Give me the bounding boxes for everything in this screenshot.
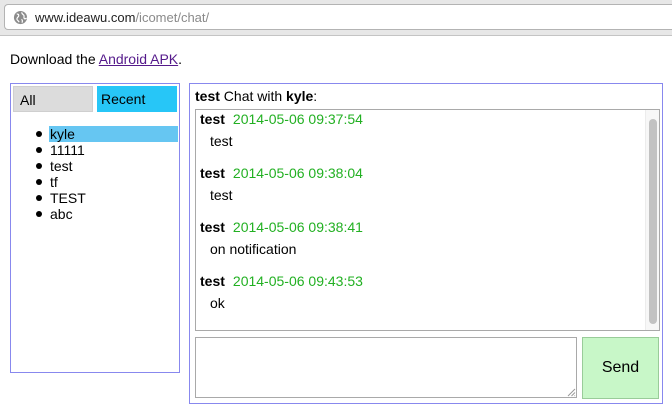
message: test 2014-05-06 09:38:41 on notification xyxy=(200,219,620,257)
message-timestamp: 2014-05-06 09:43:53 xyxy=(232,273,363,289)
download-prefix: Download the xyxy=(10,51,99,67)
chat-title: test Chat with kyle: xyxy=(195,88,317,104)
message-text: test xyxy=(210,133,233,149)
bullet-icon xyxy=(36,163,42,169)
download-suffix: . xyxy=(178,51,183,67)
user-list-item[interactable]: abc xyxy=(11,206,179,222)
url-field[interactable]: www.ideawu.com/icomet/chat/ xyxy=(4,4,672,30)
bullet-icon xyxy=(36,211,42,217)
message: test 2014-05-06 09:43:53 ok xyxy=(200,273,620,311)
android-apk-link[interactable]: Android APK xyxy=(99,51,178,67)
bullet-icon xyxy=(36,147,42,153)
bullet-icon xyxy=(36,179,42,185)
chat-partner: kyle xyxy=(286,88,314,104)
message-sender: test xyxy=(200,219,225,235)
user-list-item[interactable]: test xyxy=(11,158,179,174)
message-header: test 2014-05-06 09:37:54 xyxy=(200,111,620,127)
message-header: test 2014-05-06 09:38:04 xyxy=(200,165,620,181)
message-header: test 2014-05-06 09:38:41 xyxy=(200,219,620,235)
download-line: Download the Android APK. xyxy=(10,50,182,68)
user-name: tf xyxy=(50,174,58,190)
user-name: 11111 xyxy=(50,142,85,158)
message-text: ok xyxy=(210,295,225,311)
message-timestamp: 2014-05-06 09:38:41 xyxy=(232,219,363,235)
message-sender: test xyxy=(200,273,225,289)
message-text: test xyxy=(210,187,233,203)
chat-colon: : xyxy=(313,88,318,104)
bullet-icon xyxy=(36,195,42,201)
chat-with-label: Chat with xyxy=(219,88,287,104)
message-timestamp: 2014-05-06 09:38:04 xyxy=(232,165,363,181)
message-header: test 2014-05-06 09:43:53 xyxy=(200,273,620,289)
user-list-item[interactable]: TEST xyxy=(11,190,179,206)
user-name: kyle xyxy=(50,126,75,142)
resize-grip-icon[interactable] xyxy=(566,387,576,397)
message: test 2014-05-06 09:38:04 test xyxy=(200,165,620,203)
user-list-panel: All Recent kyle 11111 test tf TEST abc xyxy=(10,83,180,373)
message-sender: test xyxy=(200,165,225,181)
browser-toolbar: www.ideawu.com/icomet/chat/ xyxy=(0,0,672,36)
url-host: www.ideawu.com xyxy=(35,10,136,25)
message-text: on notification xyxy=(210,241,297,257)
tab-all[interactable]: All xyxy=(13,86,93,112)
url-path: /icomet/chat/ xyxy=(135,10,210,25)
scroll-thumb[interactable] xyxy=(649,119,657,324)
message-log[interactable]: test 2014-05-06 09:37:54 test test 2014-05-0… xyxy=(195,109,660,331)
user-name: test xyxy=(50,158,73,174)
message-timestamp: 2014-05-06 09:37:54 xyxy=(232,111,363,127)
chat-panel: test Chat with kyle: test 2014-05-06 09:3… xyxy=(189,83,663,404)
url-text: www.ideawu.com/icomet/chat/ xyxy=(35,10,209,25)
message-input[interactable] xyxy=(195,337,577,398)
message-sender: test xyxy=(200,111,225,127)
user-list-item[interactable]: tf xyxy=(11,174,179,190)
send-button[interactable]: Send xyxy=(582,337,659,399)
message-scrollbar[interactable] xyxy=(645,110,659,330)
user-name: TEST xyxy=(50,190,86,206)
user-list-item[interactable]: 11111 xyxy=(11,142,179,158)
globe-icon xyxy=(13,10,28,25)
bullet-icon xyxy=(36,131,42,137)
message: test 2014-05-06 09:37:54 test xyxy=(200,111,620,149)
user-name: abc xyxy=(50,206,73,222)
tab-recent[interactable]: Recent xyxy=(97,86,177,112)
chat-me: test xyxy=(195,88,220,104)
user-list-item[interactable]: kyle xyxy=(11,126,179,142)
user-list: kyle 11111 test tf TEST abc xyxy=(11,126,179,222)
